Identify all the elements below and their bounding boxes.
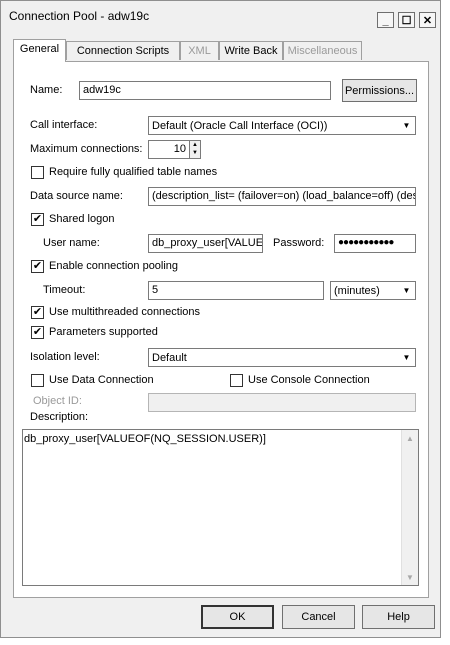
enable-pooling-label: Enable connection pooling: [49, 260, 179, 272]
connection-pool-dialog: Connection Pool - adw19c _ ☐ ✕ General C…: [0, 0, 441, 638]
call-interface-label: Call interface:: [30, 119, 98, 131]
tab-xml[interactable]: XML: [180, 41, 219, 60]
max-connections-label: Maximum connections:: [30, 143, 143, 155]
timeout-unit-select[interactable]: (minutes) ▼: [330, 281, 416, 300]
spin-up-icon[interactable]: ▲: [190, 141, 200, 149]
check-icon: ✔: [32, 326, 43, 338]
scroll-down-icon[interactable]: ▼: [402, 569, 418, 585]
object-id-label: Object ID:: [33, 395, 82, 407]
params-supported-label: Parameters supported: [49, 326, 158, 338]
timeout-input[interactable]: 5: [148, 281, 324, 300]
ok-button[interactable]: OK: [201, 605, 274, 629]
shared-logon-checkbox[interactable]: ✔: [31, 213, 44, 226]
name-input[interactable]: adw19c: [79, 81, 331, 100]
require-fq-checkbox[interactable]: [31, 166, 44, 179]
spin-down-icon[interactable]: ▼: [190, 149, 200, 157]
tab-general[interactable]: General: [13, 39, 66, 62]
dsn-input[interactable]: (description_list= (failover=on) (load_b…: [148, 187, 416, 206]
close-button[interactable]: ✕: [419, 12, 436, 28]
general-tab-panel: Name: adw19c Permissions... Call interfa…: [13, 61, 429, 598]
password-label: Password:: [273, 237, 325, 249]
window-title: Connection Pool - adw19c: [9, 9, 150, 23]
check-icon: ✔: [32, 213, 43, 225]
chevron-down-icon: ▼: [402, 353, 411, 362]
help-button[interactable]: Help: [362, 605, 435, 629]
password-input[interactable]: ●●●●●●●●●●●: [334, 234, 416, 253]
max-connections-stepper[interactable]: ▲ ▼: [189, 140, 201, 159]
title-bar[interactable]: Connection Pool - adw19c _ ☐ ✕: [1, 1, 440, 31]
minimize-button[interactable]: _: [377, 12, 394, 28]
timeout-label: Timeout:: [43, 284, 86, 296]
maximize-icon: ☐: [401, 14, 412, 27]
user-name-label: User name:: [43, 237, 100, 249]
shared-logon-label: Shared logon: [49, 213, 115, 225]
tab-miscellaneous[interactable]: Miscellaneous: [283, 41, 362, 60]
close-icon: ✕: [422, 14, 433, 27]
chevron-down-icon: ▼: [402, 286, 411, 295]
object-id-input[interactable]: [148, 393, 416, 412]
isolation-level-select[interactable]: Default ▼: [148, 348, 416, 367]
check-icon: ✔: [32, 260, 43, 272]
description-text: db_proxy_user[VALUEOF(NQ_SESSION.USER)]: [24, 433, 266, 445]
tab-write-back[interactable]: Write Back: [219, 41, 283, 60]
maximize-button[interactable]: ☐: [398, 12, 415, 28]
permissions-button[interactable]: Permissions...: [342, 79, 417, 102]
description-textarea[interactable]: db_proxy_user[VALUEOF(NQ_SESSION.USER)] …: [22, 429, 419, 586]
use-console-connection-label: Use Console Connection: [248, 374, 370, 386]
max-connections-input[interactable]: 10: [148, 140, 190, 159]
multithreaded-checkbox[interactable]: ✔: [31, 306, 44, 319]
chevron-down-icon: ▼: [402, 121, 411, 130]
name-label: Name:: [30, 84, 63, 96]
enable-pooling-checkbox[interactable]: ✔: [31, 260, 44, 273]
use-console-connection-checkbox[interactable]: [230, 374, 243, 387]
minimize-icon: _: [382, 15, 389, 27]
scroll-up-icon[interactable]: ▲: [402, 430, 418, 446]
use-data-connection-checkbox[interactable]: [31, 374, 44, 387]
cancel-button[interactable]: Cancel: [282, 605, 355, 629]
require-fq-label: Require fully qualified table names: [49, 166, 218, 178]
user-name-input[interactable]: db_proxy_user[VALUEO: [148, 234, 263, 253]
call-interface-select[interactable]: Default (Oracle Call Interface (OCI)) ▼: [148, 116, 416, 135]
use-data-connection-label: Use Data Connection: [49, 374, 154, 386]
description-label: Description:: [30, 411, 89, 423]
check-icon: ✔: [32, 306, 43, 318]
tab-connection-scripts[interactable]: Connection Scripts: [66, 41, 180, 60]
description-scrollbar[interactable]: ▲ ▼: [401, 430, 418, 585]
isolation-level-label: Isolation level:: [30, 351, 100, 363]
params-supported-checkbox[interactable]: ✔: [31, 326, 44, 339]
multithreaded-label: Use multithreaded connections: [49, 306, 201, 318]
dsn-label: Data source name:: [30, 190, 123, 202]
